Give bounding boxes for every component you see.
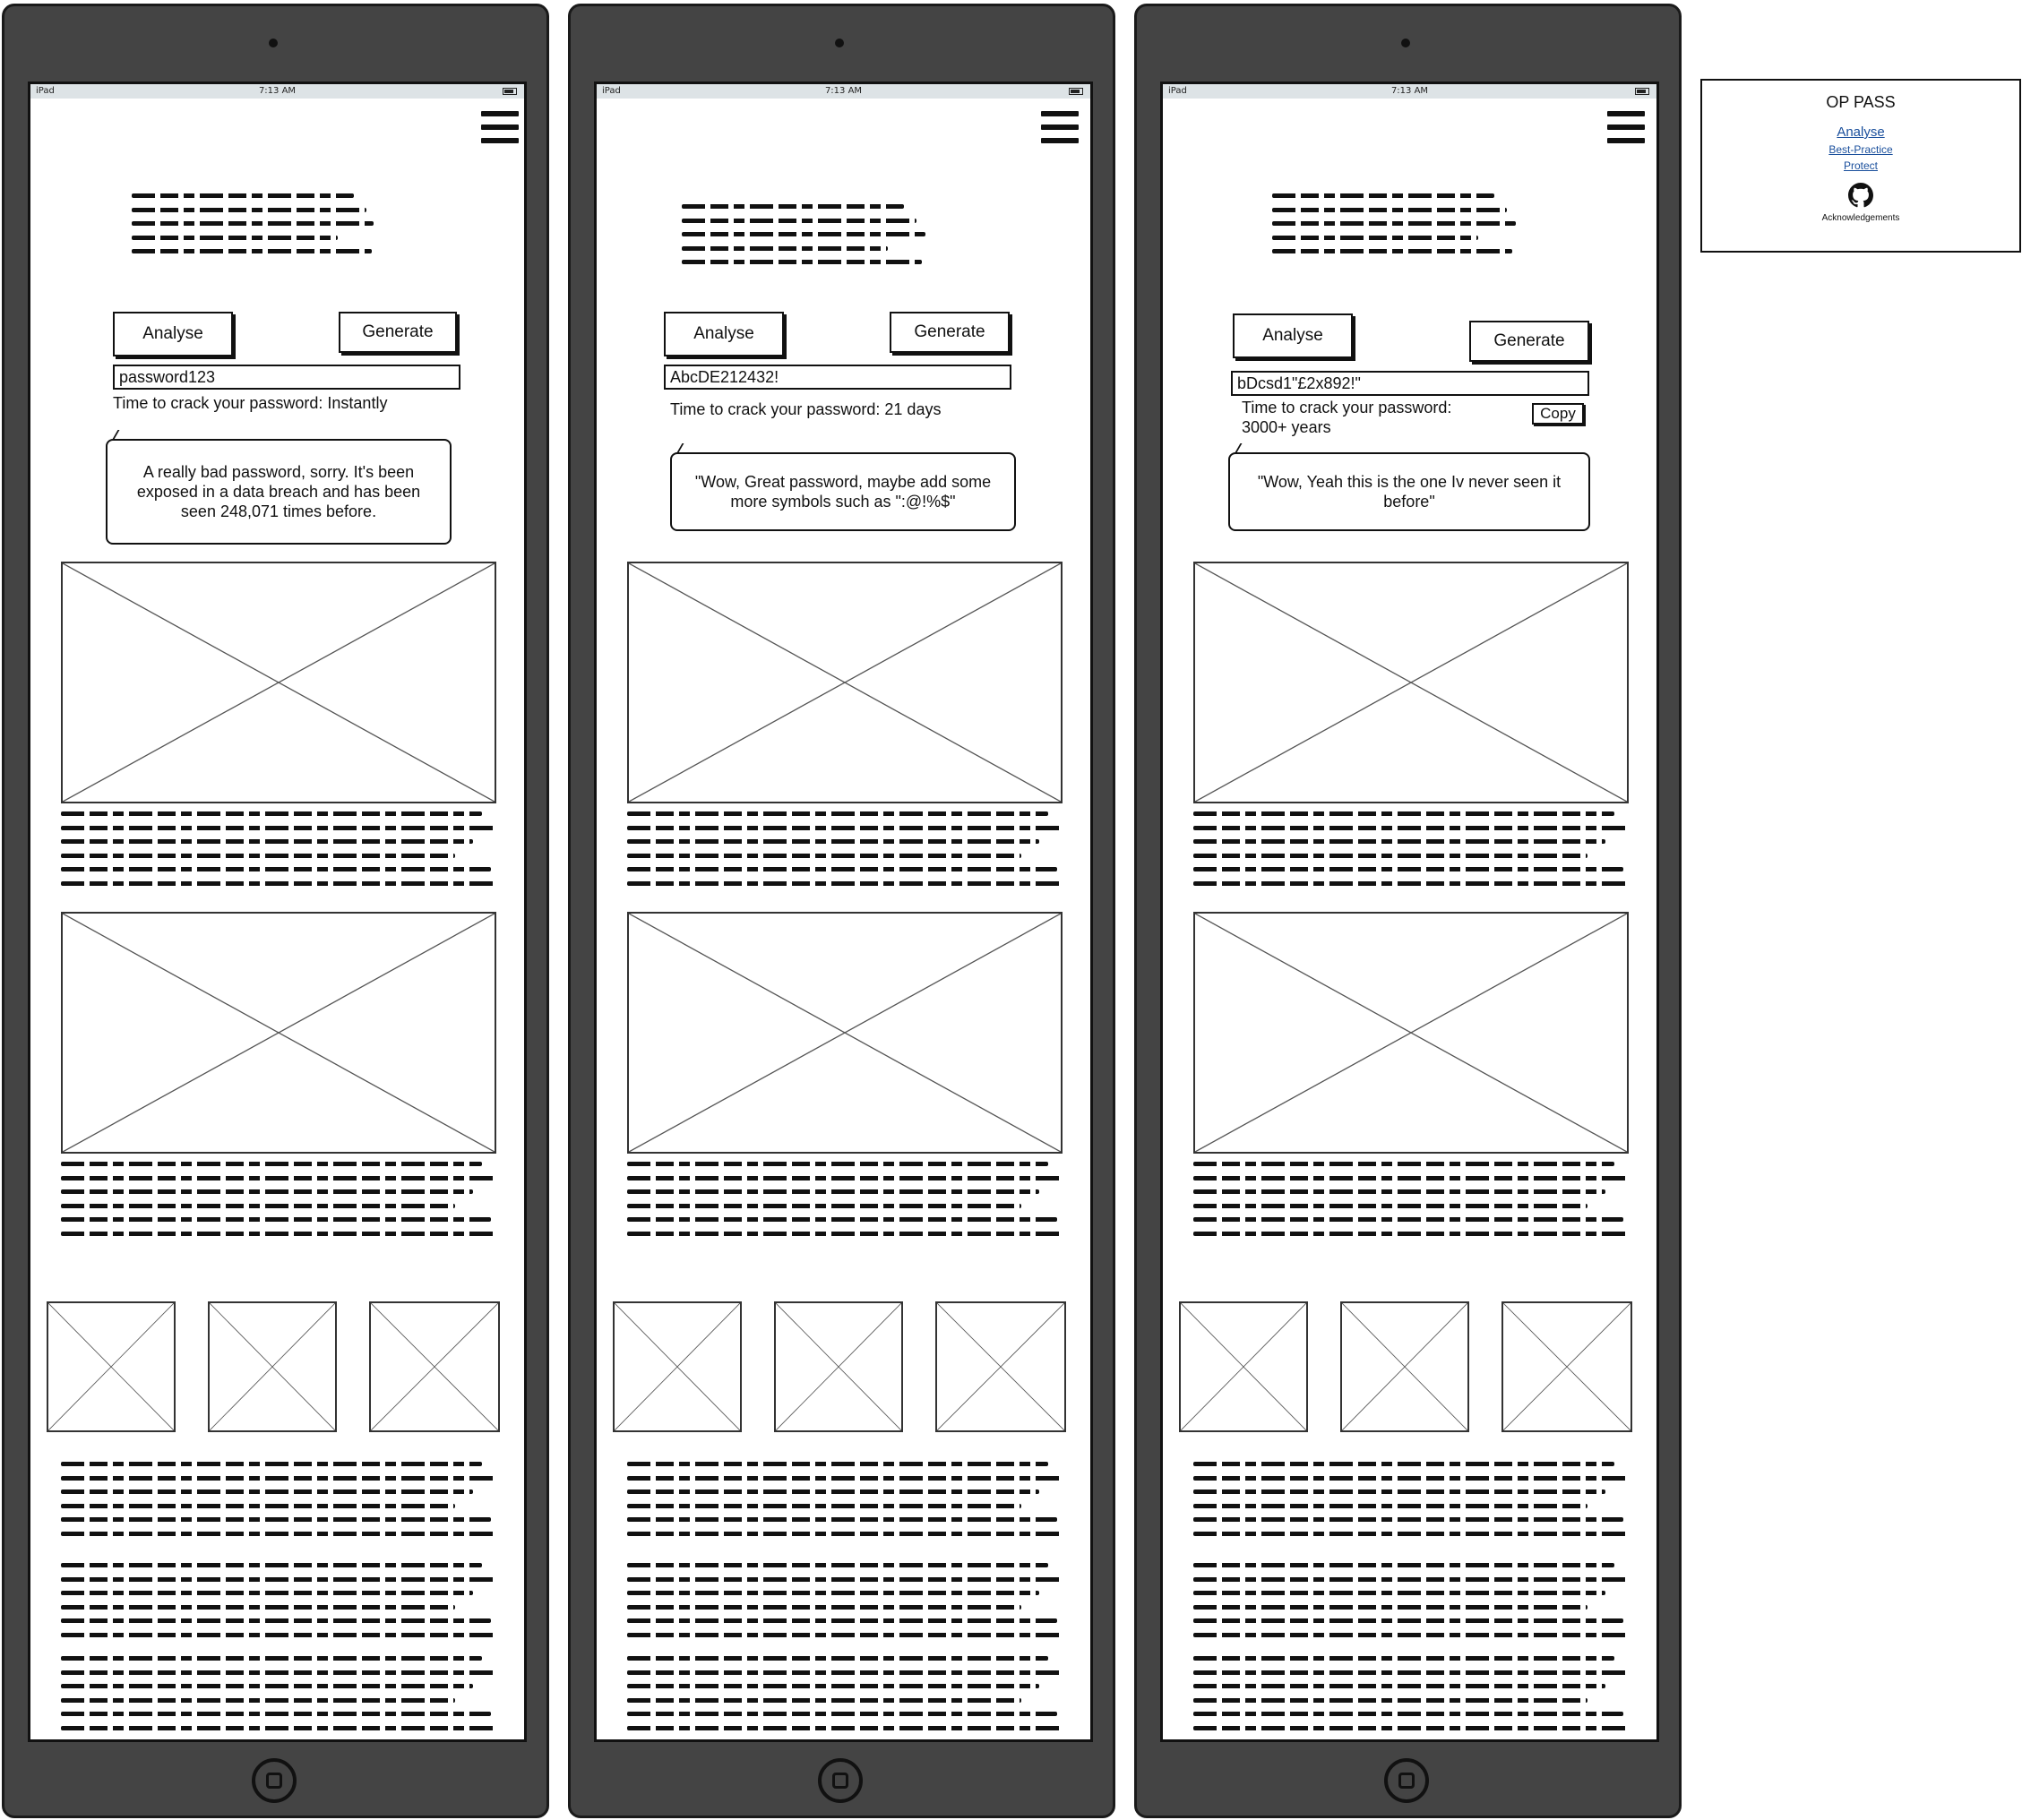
analyse-button[interactable]: Analyse (113, 312, 233, 356)
body-text-block (1193, 1462, 1629, 1545)
body-text-block (61, 1462, 496, 1545)
body-text-block (61, 1656, 496, 1739)
feedback-bubble: "Wow, Great password, maybe add some mor… (670, 452, 1016, 531)
camera-dot (835, 39, 844, 47)
battery-icon (1635, 88, 1649, 95)
intro-text-block (132, 193, 374, 263)
image-placeholder-large (61, 562, 496, 803)
password-input[interactable]: password123 (113, 365, 460, 390)
ipad-frame-1: iPad 7:13 AM Analyse Generate password12… (2, 4, 549, 1818)
status-time: 7:13 AM (258, 86, 297, 96)
battery-icon (1069, 88, 1083, 95)
home-button[interactable] (252, 1758, 297, 1803)
camera-dot (269, 39, 278, 47)
intro-text-block (682, 204, 925, 274)
image-placeholder-small (369, 1301, 500, 1432)
screen: iPad 7:13 AM Analyse Generate AbcDE21243… (594, 82, 1093, 1742)
body-text-block (1193, 1656, 1629, 1739)
battery-icon (503, 88, 517, 95)
body-text-block (627, 1563, 1063, 1646)
image-placeholder-small (1179, 1301, 1308, 1432)
image-placeholder-large (627, 912, 1063, 1154)
ipad-frame-3: iPad 7:13 AM Analyse Generate bDcsd1"£2x… (1134, 4, 1682, 1818)
body-text-block (1193, 1162, 1629, 1245)
hamburger-menu-icon[interactable] (481, 111, 519, 145)
password-input[interactable]: bDcsd1"£2x892!" (1231, 371, 1589, 396)
generate-button[interactable]: Generate (1469, 321, 1589, 362)
body-text-block (627, 1162, 1063, 1245)
home-button[interactable] (1384, 1758, 1429, 1803)
feedback-bubble: A really bad password, sorry. It's been … (106, 439, 452, 545)
menu-title: OP PASS (1826, 93, 1896, 111)
nav-menu-card: OP PASS Analyse Best-Practice Protect Ac… (1700, 79, 2021, 253)
copy-button[interactable]: Copy (1532, 403, 1584, 425)
generate-button[interactable]: Generate (339, 312, 457, 353)
screen: iPad 7:13 AM Analyse Generate bDcsd1"£2x… (1160, 82, 1659, 1742)
body-text-block (61, 1563, 496, 1646)
image-placeholder-small (1340, 1301, 1469, 1432)
hamburger-menu-icon[interactable] (1607, 111, 1645, 145)
image-placeholder-small (774, 1301, 903, 1432)
status-time: 7:13 AM (824, 86, 863, 96)
crack-time-text: Time to crack your password: 21 days (670, 400, 942, 418)
menu-link-best-practice[interactable]: Best-Practice (1702, 143, 2019, 156)
body-text-block (61, 1162, 496, 1245)
image-placeholder-small (1501, 1301, 1632, 1432)
camera-dot (1401, 39, 1410, 47)
generate-button[interactable]: Generate (890, 312, 1010, 353)
crack-time-value: 3000+ years (1242, 418, 1331, 436)
image-placeholder-large (627, 562, 1063, 803)
password-input[interactable]: AbcDE212432! (664, 365, 1011, 390)
body-text-block (1193, 1563, 1629, 1646)
body-text-block (627, 811, 1063, 895)
image-placeholder-small (208, 1301, 337, 1432)
body-text-block (1193, 811, 1629, 895)
body-text-block (627, 1462, 1063, 1545)
screen: iPad 7:13 AM Analyse Generate password12… (28, 82, 527, 1742)
status-time: 7:13 AM (1390, 86, 1429, 96)
hamburger-menu-icon[interactable] (1041, 111, 1079, 145)
image-placeholder-large (1193, 562, 1629, 803)
feedback-bubble: "Wow, Yeah this is the one Iv never seen… (1228, 452, 1590, 531)
body-text-block (61, 811, 496, 895)
menu-link-protect[interactable]: Protect (1702, 159, 2019, 172)
body-text-block (627, 1656, 1063, 1739)
status-bar: iPad 7:13 AM (1163, 84, 1656, 99)
analyse-button[interactable]: Analyse (664, 312, 784, 356)
image-placeholder-large (1193, 912, 1629, 1154)
image-placeholder-small (935, 1301, 1066, 1432)
image-placeholder-small (613, 1301, 742, 1432)
crack-time-text: Time to crack your password: (1242, 399, 1452, 416)
github-icon[interactable] (1848, 183, 1873, 208)
status-bar: iPad 7:13 AM (30, 84, 524, 99)
image-placeholder-small (47, 1301, 176, 1432)
home-button[interactable] (818, 1758, 863, 1803)
menu-link-analyse[interactable]: Analyse (1702, 124, 2019, 140)
acknowledgements-label[interactable]: Acknowledgements (1702, 213, 2019, 223)
analyse-button[interactable]: Analyse (1233, 313, 1353, 358)
intro-text-block (1272, 193, 1516, 263)
ipad-frame-2: iPad 7:13 AM Analyse Generate AbcDE21243… (568, 4, 1115, 1818)
crack-time-text: Time to crack your password: Instantly (113, 394, 388, 412)
image-placeholder-large (61, 912, 496, 1154)
status-bar: iPad 7:13 AM (597, 84, 1090, 99)
